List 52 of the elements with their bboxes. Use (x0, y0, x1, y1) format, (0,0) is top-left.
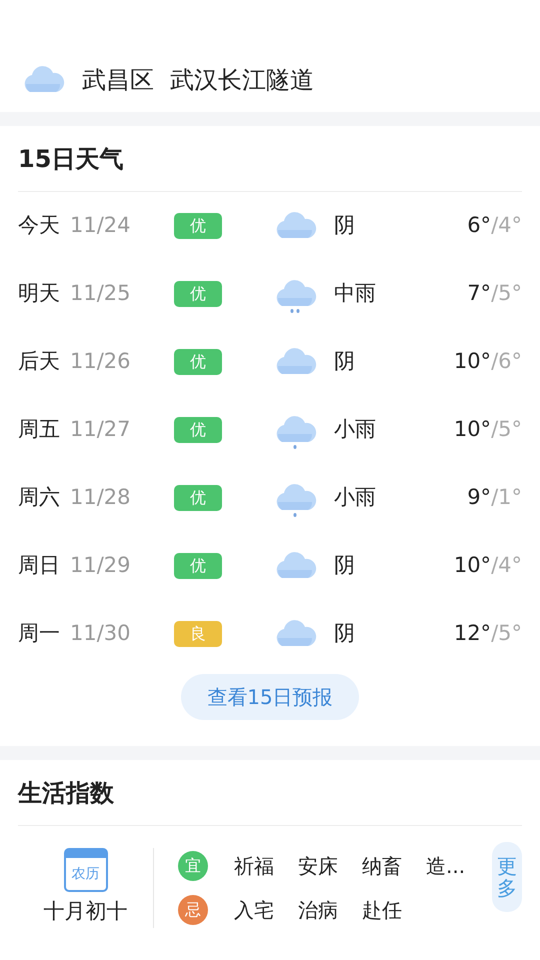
activity-label: 安床 (298, 853, 339, 880)
date-label: 11/29 (70, 552, 132, 580)
weather-label: 阴 (334, 552, 356, 580)
day-label: 周日 (18, 552, 61, 580)
weather-label: 阴 (334, 620, 356, 648)
temperature-range: 7°/5° (467, 280, 522, 308)
day-label: 明天 (18, 280, 61, 308)
activity-label: 纳畜 (362, 853, 403, 880)
temperature-range: 9°/1° (467, 484, 522, 512)
activity-label: 造... (426, 853, 466, 880)
date-label: 11/25 (70, 280, 132, 308)
weather-label: 中雨 (334, 280, 377, 308)
activity-label: 治病 (298, 897, 339, 924)
date-label: 11/24 (70, 212, 132, 240)
air-quality-badge: 良 (174, 621, 222, 647)
more-button[interactable]: 更多 (492, 842, 522, 912)
section-title: 生活指数 (18, 760, 522, 826)
air-quality-badge: 优 (174, 213, 222, 239)
air-quality-badge: 优 (174, 553, 222, 579)
day-label: 今天 (18, 212, 61, 240)
calendar-icon: 农历 (64, 848, 108, 892)
air-quality-badge: 优 (174, 417, 222, 443)
weather-label: 小雨 (334, 484, 377, 512)
district-label: 武昌区 (82, 65, 154, 96)
good-day-icon: 宜 (178, 851, 208, 881)
activity-label: 入宅 (234, 897, 275, 924)
date-label: 11/30 (70, 620, 132, 648)
place-label: 武汉长江隧道 (170, 65, 314, 96)
date-label: 11/26 (70, 348, 132, 376)
air-quality-badge: 优 (174, 485, 222, 511)
weather-label: 阴 (334, 212, 356, 240)
weather-label: 阴 (334, 348, 356, 376)
temperature-range: 10°/6° (454, 348, 522, 376)
date-label: 11/28 (70, 484, 132, 512)
day-label: 周六 (18, 484, 61, 512)
lunar-date: 十月初十 (44, 898, 128, 926)
bad-day-icon: 忌 (178, 895, 208, 925)
air-quality-badge: 优 (174, 349, 222, 375)
air-quality-badge: 优 (174, 281, 222, 307)
activity-label: 赴任 (362, 897, 403, 924)
temperature-range: 10°/4° (454, 552, 522, 580)
temperature-range: 6°/4° (467, 212, 522, 240)
day-label: 后天 (18, 348, 61, 376)
activity-label: 祈福 (234, 853, 275, 880)
day-label: 周一 (18, 620, 61, 648)
date-label: 11/27 (70, 416, 132, 444)
weather-label: 小雨 (334, 416, 377, 444)
day-label: 周五 (18, 416, 61, 444)
temperature-range: 10°/5° (454, 416, 522, 444)
temperature-range: 12°/5° (454, 620, 522, 648)
section-title: 15日天气 (18, 126, 522, 192)
forecast-button[interactable]: 查看15日预报 (181, 674, 359, 720)
